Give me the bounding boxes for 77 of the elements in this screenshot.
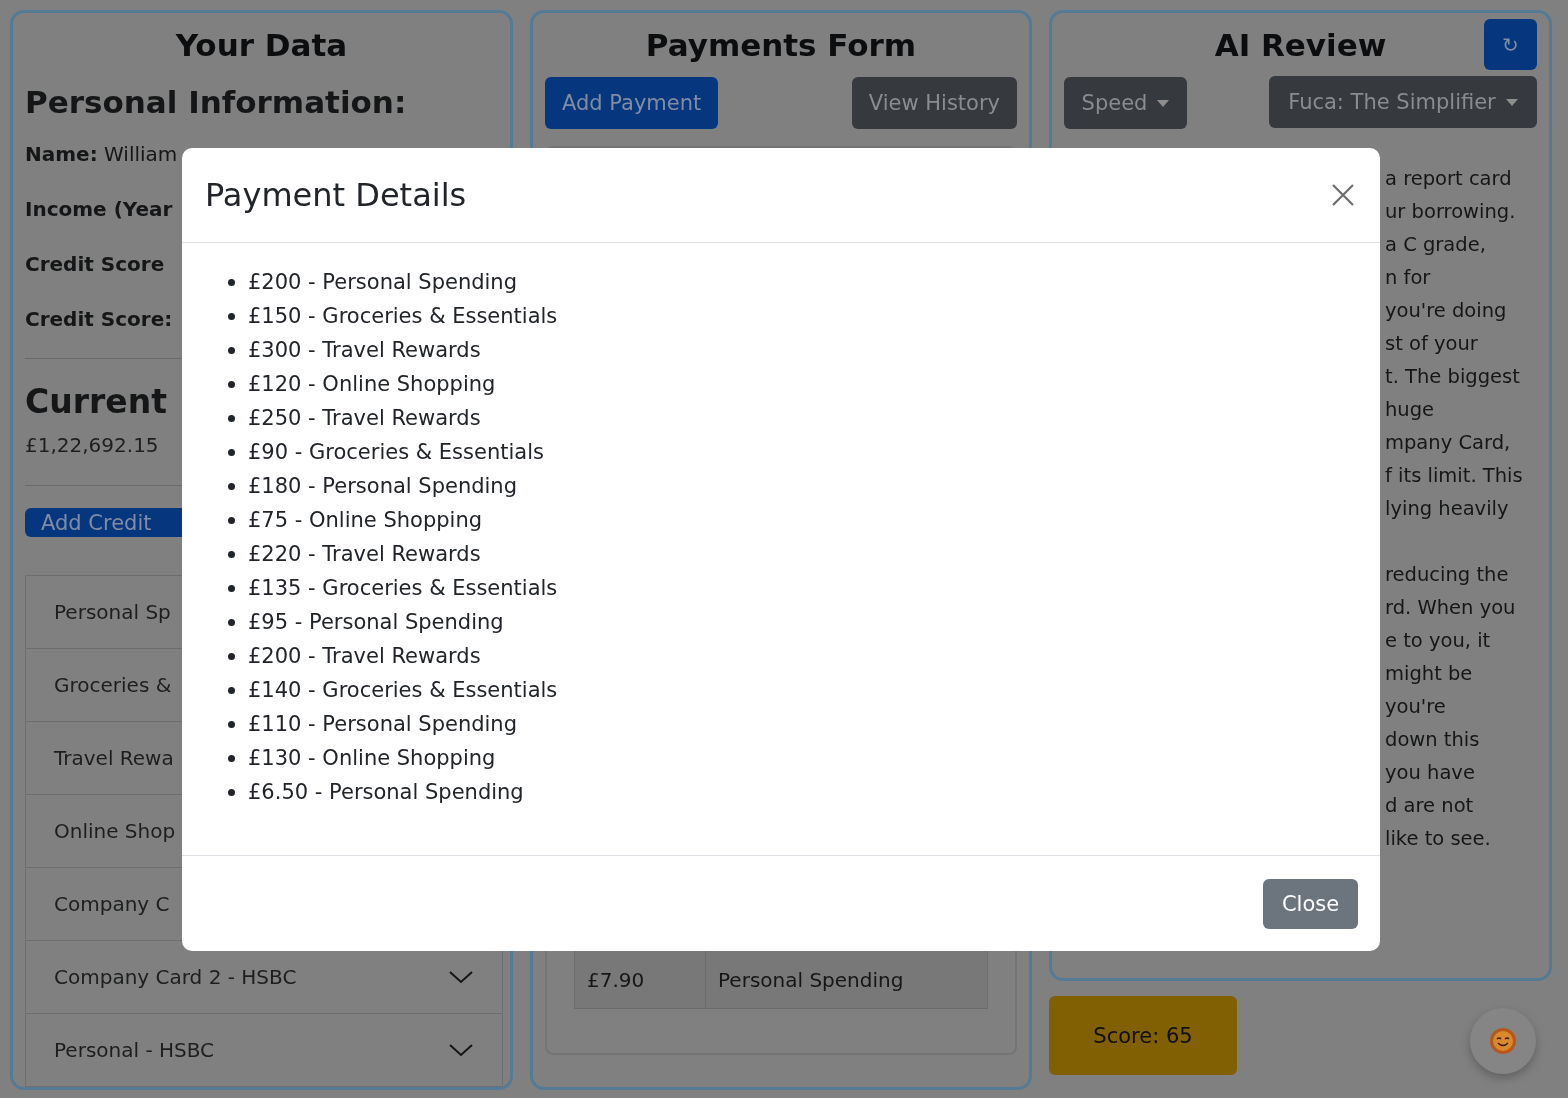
review-text: e to you, it — [1385, 628, 1492, 654]
review-text: you're doing — [1385, 298, 1508, 324]
accordion-item[interactable]: Personal - HSBC — [26, 1014, 502, 1087]
review-text: d are not — [1385, 793, 1475, 819]
score-button[interactable]: Score: 65 — [1049, 996, 1237, 1075]
list-item: £140 - Groceries & Essentials — [248, 677, 558, 704]
list-item: £300 - Travel Rewards — [248, 337, 481, 364]
bullet-icon — [228, 516, 235, 524]
section-heading: Personal Information: — [25, 83, 408, 122]
bullet-icon — [228, 686, 235, 694]
review-text: a report card — [1385, 166, 1513, 192]
review-text: down this — [1385, 727, 1481, 753]
dropdown-button[interactable]: Speed — [1064, 77, 1187, 129]
list-item: £180 - Personal Spending — [248, 473, 517, 500]
bullet-icon — [228, 278, 235, 286]
list-item: £200 - Personal Spending — [248, 269, 517, 296]
bullet-icon — [228, 550, 235, 558]
caret-icon — [1157, 99, 1170, 107]
list-item: £135 - Groceries & Essentials — [248, 575, 558, 602]
refresh-button[interactable]: ↻ — [1484, 19, 1537, 70]
dropdown-button[interactable]: Fuca: The Simplifier — [1269, 76, 1537, 128]
list-item: £95 - Personal Spending — [248, 609, 504, 636]
review-text: mpany Card, — [1385, 430, 1512, 456]
review-text: like to see. — [1385, 826, 1492, 852]
list-item: £130 - Online Shopping — [248, 745, 496, 772]
list-item: £6.50 - Personal Spending — [248, 779, 524, 806]
panel-title: AI Review — [1213, 26, 1388, 65]
field-text: Credit Score — [25, 251, 165, 278]
review-text: f its limit. This — [1385, 463, 1524, 489]
bullet-icon — [228, 414, 235, 422]
review-text: a C grade, — [1385, 232, 1487, 258]
chevron-down-icon — [448, 969, 474, 985]
list-item: £110 - Personal Spending — [248, 711, 517, 738]
panel-title: Payments Form — [644, 26, 918, 65]
review-text: reducing the — [1385, 562, 1510, 588]
smiling-sun-icon — [1488, 1026, 1518, 1056]
review-text: you're — [1385, 694, 1447, 720]
button[interactable]: Add Payment — [545, 77, 719, 129]
bullet-icon — [228, 584, 235, 592]
panel-title: Your Data — [174, 26, 349, 65]
list-item: £250 - Travel Rewards — [248, 405, 481, 432]
review-text: lying heavily — [1385, 496, 1510, 522]
close-button[interactable]: Close — [1263, 878, 1358, 929]
review-text: rd. When you — [1385, 595, 1517, 621]
section-heading: Current — [25, 381, 167, 423]
bullet-icon — [228, 754, 235, 762]
bullet-icon — [228, 618, 235, 626]
bullet-icon — [228, 312, 235, 320]
list-item: £200 - Travel Rewards — [248, 643, 481, 670]
bullet-icon — [228, 380, 235, 388]
list-item: £120 - Online Shopping — [248, 371, 496, 398]
list-item: £90 - Groceries & Essentials — [248, 439, 544, 466]
list-item: £220 - Travel Rewards — [248, 541, 481, 568]
balance-amount: £1,22,692.15 — [25, 432, 159, 459]
bullet-icon — [228, 346, 235, 354]
chevron-down-icon — [448, 1042, 474, 1058]
list-item: £150 - Groceries & Essentials — [248, 303, 558, 330]
field-text: Credit Score: — [25, 306, 173, 333]
review-text: ur borrowing. — [1385, 199, 1517, 225]
bullet-icon — [228, 448, 235, 456]
button[interactable]: View History — [851, 77, 1017, 129]
modal-title: Payment Details — [205, 176, 467, 214]
caret-icon — [1505, 98, 1518, 106]
review-text: you have — [1385, 760, 1476, 786]
bullet-icon — [228, 482, 235, 490]
bullet-icon — [228, 788, 235, 796]
bullet-icon — [228, 652, 235, 660]
review-text: n for — [1385, 265, 1432, 291]
review-text: might be — [1385, 661, 1474, 687]
close-icon — [1331, 183, 1355, 207]
field-text: Income (Year — [25, 196, 173, 223]
review-text: huge — [1385, 397, 1436, 423]
field-text: Name: William — [25, 141, 178, 168]
bullet-icon — [228, 720, 235, 728]
table-cell-text: Personal Spending — [717, 966, 904, 994]
review-text: st of your — [1385, 331, 1479, 357]
review-text: t. The biggest — [1385, 364, 1521, 390]
